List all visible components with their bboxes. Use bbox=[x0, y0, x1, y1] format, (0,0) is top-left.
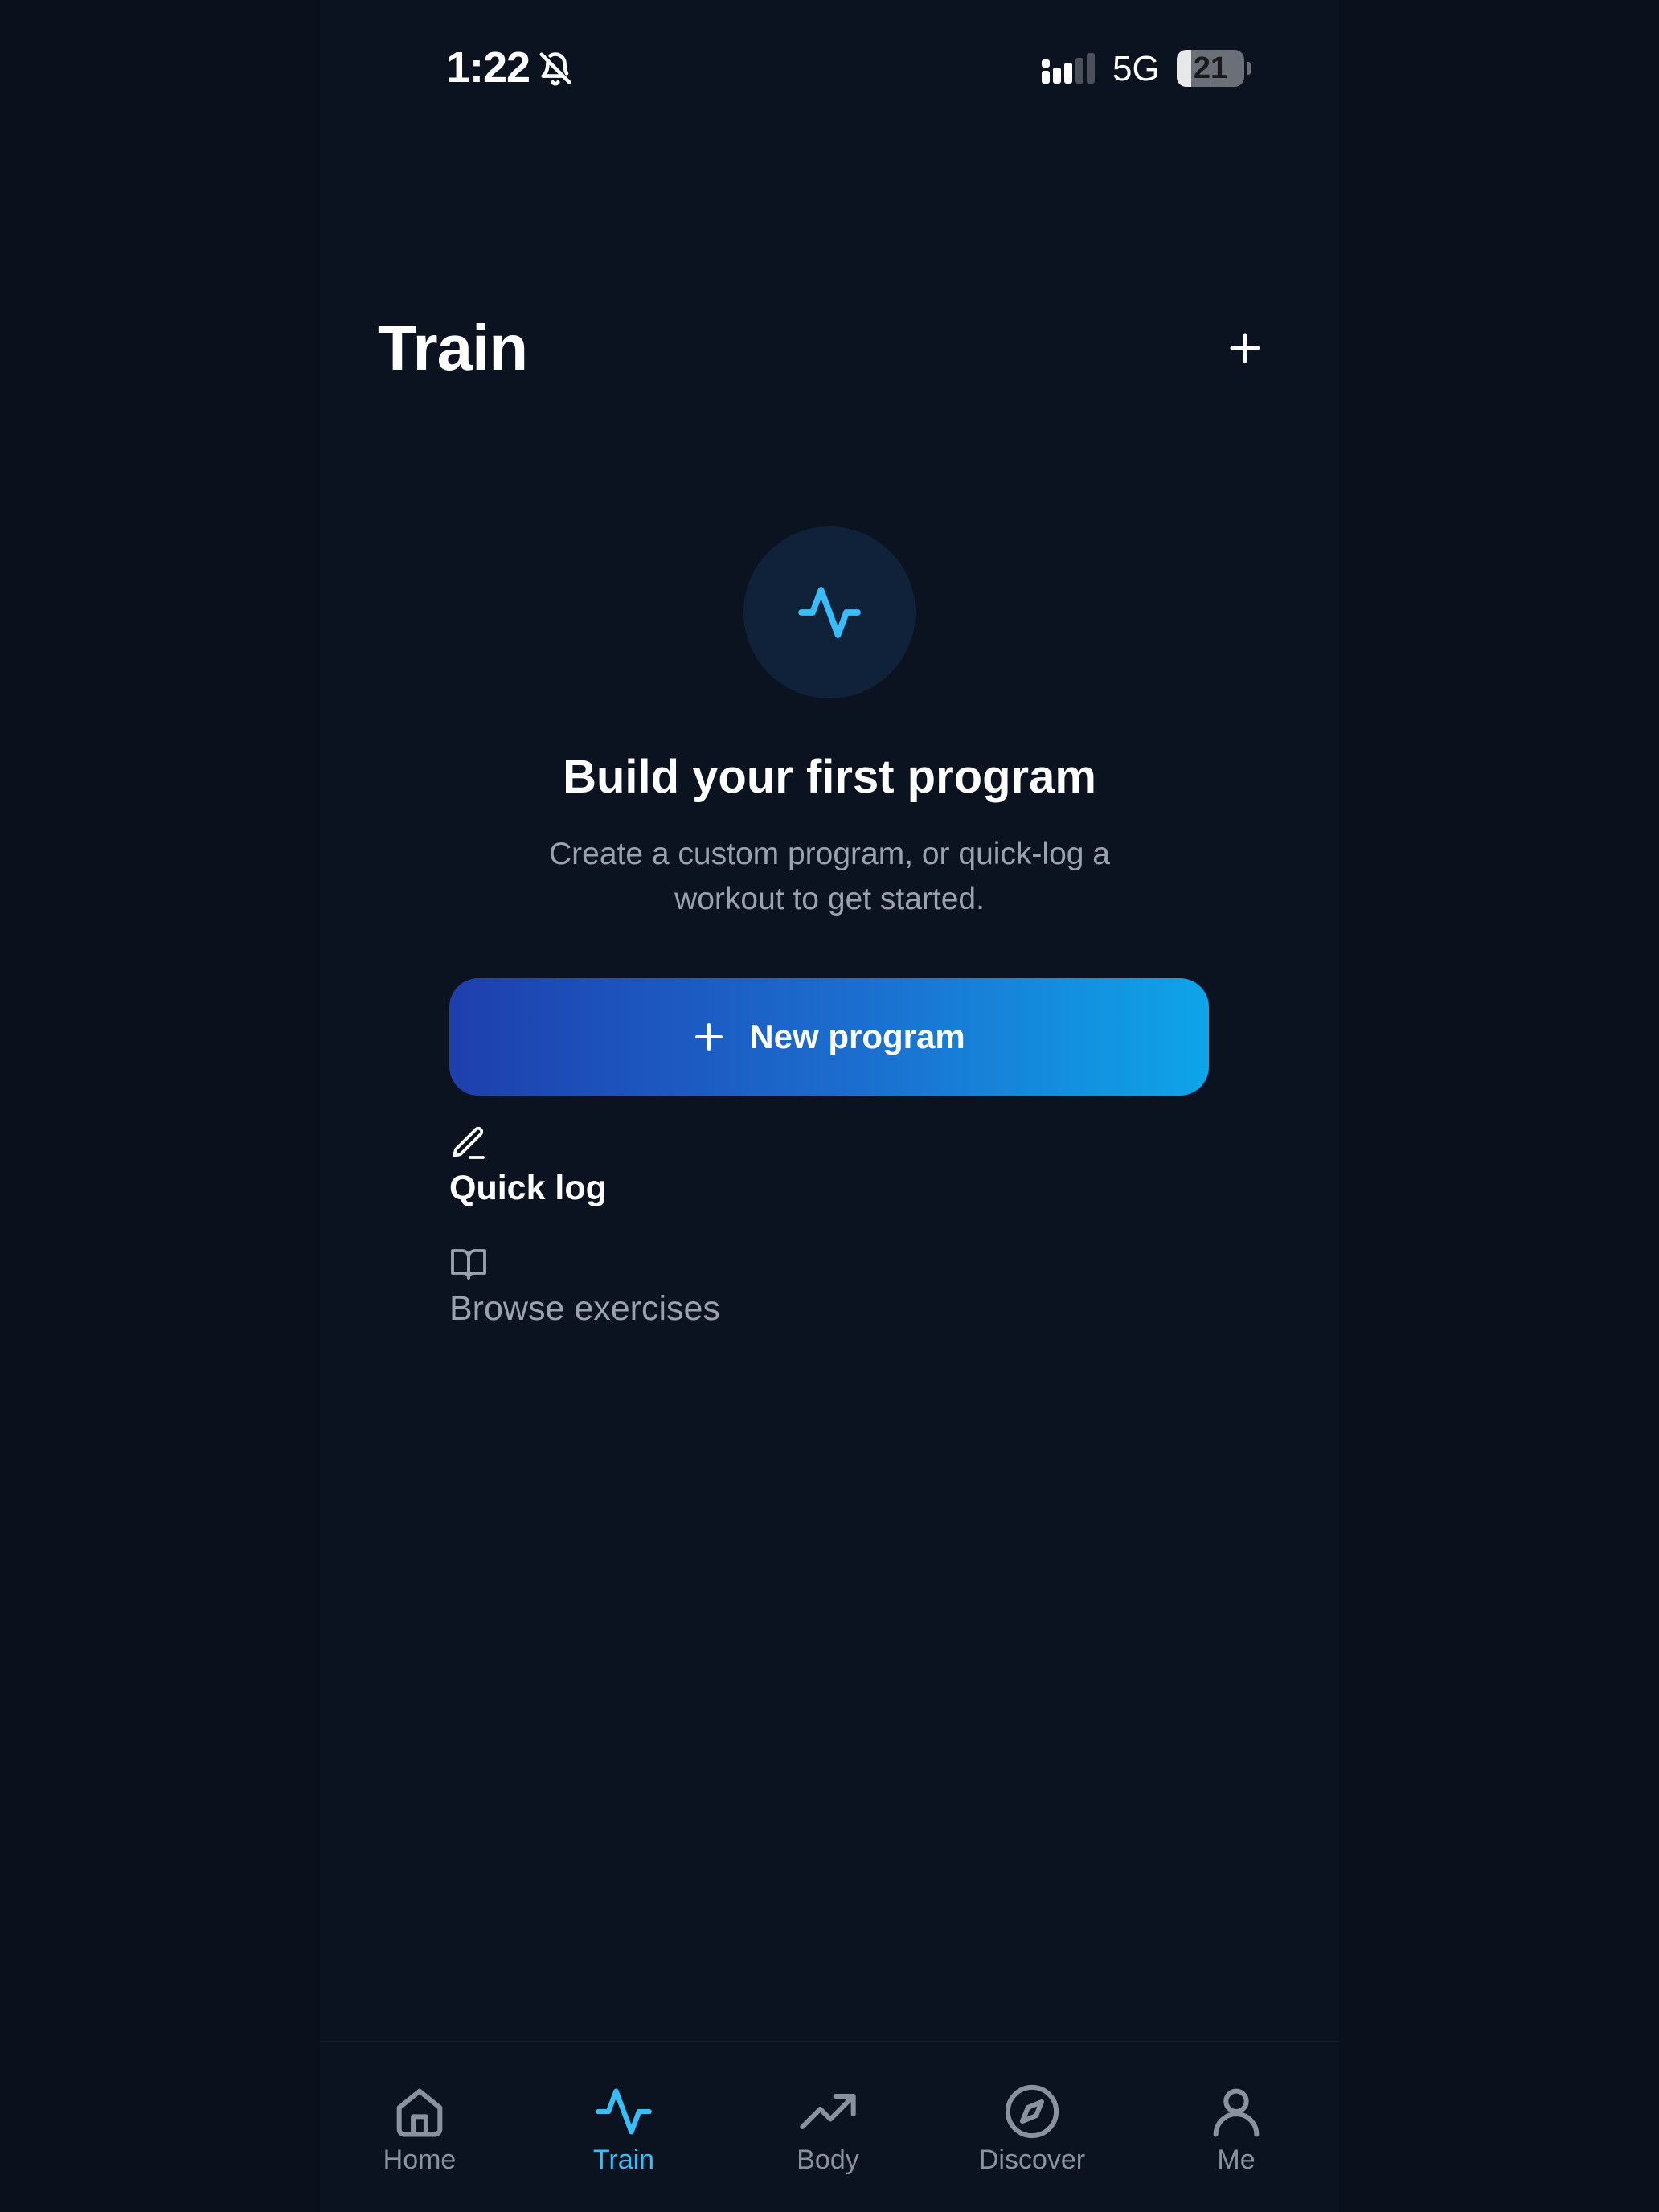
book-open-icon bbox=[451, 1249, 486, 1280]
add-program-button[interactable] bbox=[1219, 322, 1272, 375]
activity-pulse-icon bbox=[596, 2088, 652, 2135]
network-label: 5G bbox=[1112, 49, 1160, 88]
activity-pulse-icon bbox=[798, 587, 861, 638]
quick-log-button[interactable]: Quick log bbox=[449, 1124, 607, 1210]
empty-state-subtitle: Create a custom program, or quick-log a … bbox=[549, 837, 1110, 916]
tab-bar: Home Train Body Discover Me bbox=[320, 2041, 1339, 2212]
battery-indicator: 21 bbox=[1177, 50, 1251, 87]
pencil-icon bbox=[453, 1126, 485, 1159]
tab-label: Discover bbox=[978, 2144, 1086, 2175]
tab-discover[interactable]: Discover bbox=[944, 2081, 1120, 2177]
battery-percent: 21 bbox=[1193, 51, 1228, 85]
new-program-button[interactable]: New program bbox=[449, 978, 1209, 1096]
home-icon bbox=[396, 2088, 443, 2137]
tab-label: Me bbox=[1217, 2144, 1256, 2175]
status-time: 1:22 bbox=[446, 43, 530, 92]
tab-home[interactable]: Home bbox=[331, 2081, 508, 2177]
signal-icon bbox=[1042, 53, 1095, 84]
tab-train[interactable]: Train bbox=[535, 2081, 712, 2177]
plus-icon bbox=[695, 1023, 723, 1051]
plus-icon bbox=[1230, 333, 1260, 363]
empty-state-title: Build your first program bbox=[563, 751, 1096, 803]
empty-state-illustration bbox=[743, 526, 916, 698]
browse-exercises-label: Browse exercises bbox=[449, 1289, 720, 1328]
tab-body[interactable]: Body bbox=[739, 2081, 916, 2177]
new-program-label: New program bbox=[749, 1018, 965, 1055]
tab-label: Home bbox=[383, 2144, 457, 2175]
bell-slash-icon bbox=[539, 52, 571, 86]
trending-up-icon bbox=[800, 2093, 856, 2130]
tab-label: Body bbox=[797, 2144, 859, 2175]
user-icon bbox=[1213, 2088, 1260, 2137]
tab-label: Train bbox=[592, 2144, 655, 2175]
page-title: Train bbox=[378, 312, 528, 383]
browse-exercises-button[interactable]: Browse exercises bbox=[449, 1244, 720, 1331]
phone-screen: 1:22 5G 21 Train Build your first progra… bbox=[320, 0, 1339, 2212]
quick-log-label: Quick log bbox=[449, 1169, 607, 1207]
compass-icon bbox=[1005, 2084, 1059, 2139]
tab-me[interactable]: Me bbox=[1148, 2081, 1325, 2177]
